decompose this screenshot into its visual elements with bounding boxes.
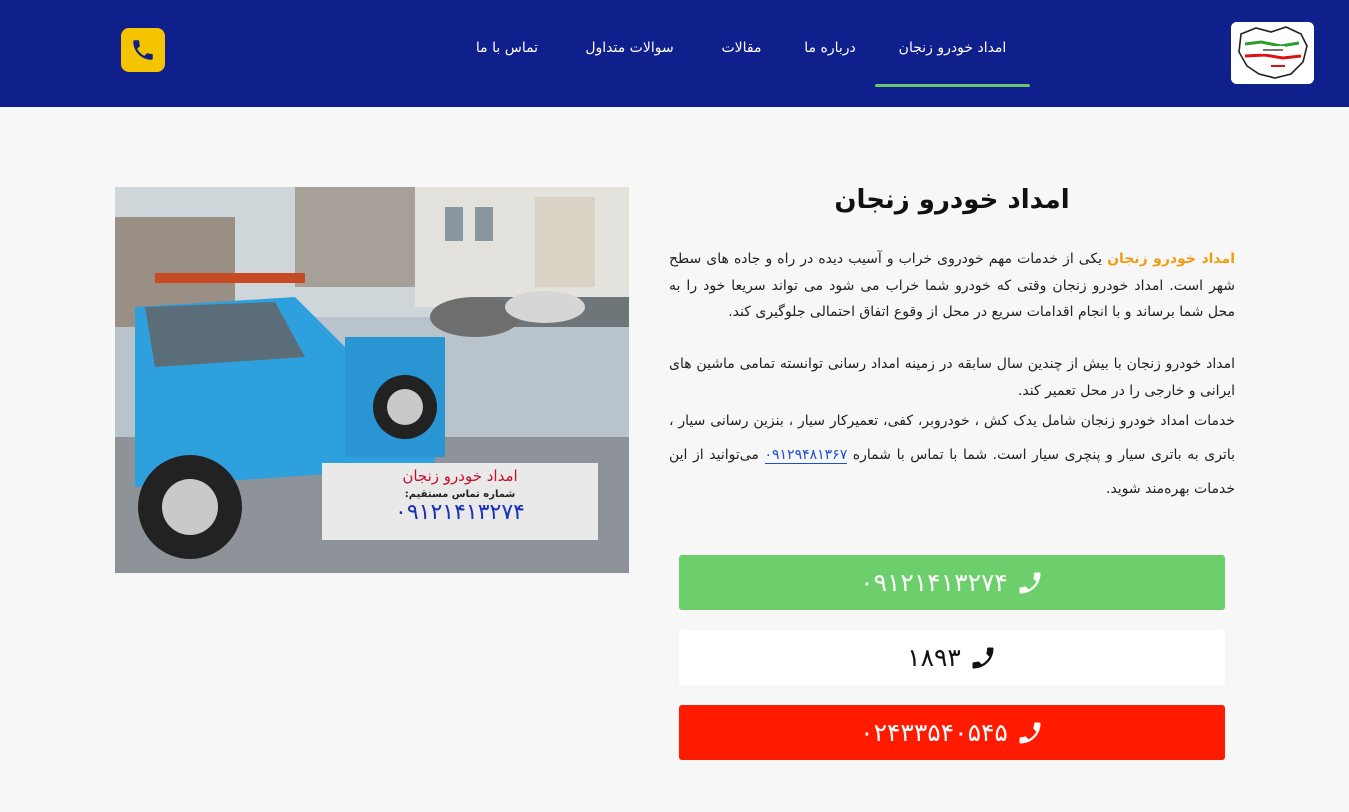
hero-sign-subtitle: شماره تماس مستقیم: bbox=[404, 489, 516, 500]
phone-button-mobile[interactable]: ۰۹۱۲۱۴۱۳۲۷۴ bbox=[679, 555, 1225, 610]
active-nav-indicator bbox=[875, 84, 1030, 87]
phone-button-landline[interactable]: ۰۲۴۳۳۵۴۰۵۴۵ bbox=[679, 705, 1225, 760]
services-phone-link[interactable]: ۰۹۱۲۹۴۸۱۳۶۷ bbox=[764, 447, 848, 464]
hero-sign-phone: ۰۹۱۲۱۴۱۳۲۷۴ bbox=[395, 500, 525, 525]
site-header: امداد خودرو زنجان درباره ما مقالات سوالا… bbox=[0, 0, 1349, 107]
phone-button-number: ۰۲۴۳۳۵۴۰۵۴۵ bbox=[860, 718, 1008, 747]
tow-truck-photo: امداد خودرو زنجان شماره تماس مستقیم: ۰۹۱… bbox=[115, 187, 629, 573]
phone-button-number: ۰۹۱۲۱۴۱۳۲۷۴ bbox=[860, 568, 1008, 597]
nav-item-articles[interactable]: مقالات bbox=[718, 40, 765, 56]
nav-item-home[interactable]: امداد خودرو زنجان bbox=[894, 40, 1011, 56]
phone-icon bbox=[1016, 569, 1044, 597]
nav-item-about[interactable]: درباره ما bbox=[804, 40, 856, 56]
nav-item-faq[interactable]: سوالات متداول bbox=[579, 40, 680, 56]
logo-map-icon bbox=[1231, 22, 1314, 84]
phone-button-number: ۱۸۹۳ bbox=[907, 643, 961, 672]
phone-icon bbox=[1016, 719, 1044, 747]
intro-paragraph: امداد خودرو زنجان یکی از خدمات مهم خودرو… bbox=[669, 246, 1235, 326]
phone-icon bbox=[969, 644, 997, 672]
phone-button-short-code[interactable]: ۱۸۹۳ bbox=[679, 630, 1225, 685]
site-logo[interactable] bbox=[1231, 22, 1314, 84]
page-title: امداد خودرو زنجان bbox=[834, 185, 1070, 215]
services-paragraph: خدمات امداد خودرو زنجان شامل یدک کش ، خو… bbox=[669, 404, 1235, 506]
experience-paragraph: امداد خودرو زنجان با بیش از چندین سال سا… bbox=[669, 356, 1235, 399]
intro-highlight[interactable]: امداد خودرو زنجان bbox=[1107, 251, 1235, 267]
header-call-button[interactable] bbox=[121, 28, 165, 72]
hero-sign: امداد خودرو زنجان شماره تماس مستقیم: ۰۹۱… bbox=[322, 463, 598, 540]
phone-icon bbox=[133, 40, 153, 60]
hero-sign-title: امداد خودرو زنجان bbox=[402, 467, 518, 485]
nav-item-contact[interactable]: تماس با ما bbox=[472, 40, 542, 56]
